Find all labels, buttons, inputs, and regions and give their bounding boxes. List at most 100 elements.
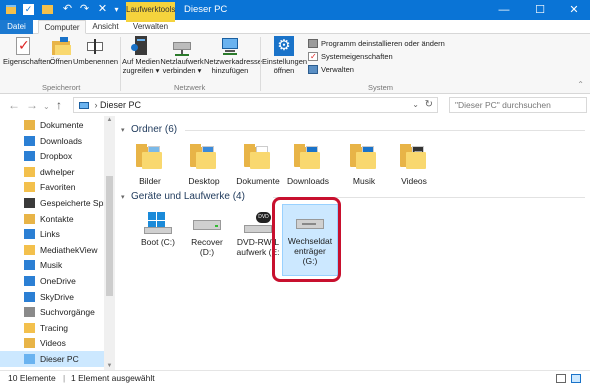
nav-item[interactable]: OneDrive (0, 273, 104, 289)
nav-item[interactable]: dwhelper (0, 164, 104, 180)
nav-item-label: Links (40, 229, 60, 240)
nav-item-label: Dokumente (40, 120, 84, 130)
tab-datei[interactable]: Datei (0, 20, 33, 34)
systemeigenschaften-button[interactable]: ✓ Systemeigenschaften (308, 51, 393, 62)
uninstall-program-icon (308, 39, 318, 48)
delete-icon[interactable]: ✕ (96, 3, 109, 16)
folder-tile[interactable]: Desktop (177, 141, 231, 186)
auf-medien-label-2: zugreifen ▾ (122, 66, 160, 75)
drive-c[interactable]: Boot (C:) (130, 212, 186, 247)
scrollbar-thumb[interactable] (106, 176, 113, 296)
collapse-ordner-chevron-icon[interactable]: ▾ (121, 126, 125, 134)
videos-icon (24, 338, 35, 349)
netzlaufwerk-verbinden-button[interactable]: Netzlaufwerk verbinden ▾ (160, 36, 204, 75)
folder-tile[interactable]: ♪ Musik (337, 141, 391, 186)
recent-locations-chevron-icon[interactable]: ⌄ (43, 100, 50, 114)
undo-icon[interactable]: ↶ (61, 3, 74, 16)
customize-toolbar-icon[interactable]: ▾ (110, 3, 123, 16)
folder-tile[interactable]: Bilder (123, 141, 177, 186)
minimize-icon[interactable]: — (486, 0, 522, 20)
nav-item[interactable]: Musik (0, 257, 104, 273)
netzlaufwerk-label-1: Netzlaufwerk (160, 57, 204, 66)
einstellungen-oeffnen-button[interactable]: ⚙ Einstellungen öffnen (262, 36, 307, 75)
folder-icon: ≡ (242, 141, 274, 173)
up-arrow-icon[interactable]: ↑ (56, 98, 62, 112)
oeffnen-label: Öffnen (49, 57, 73, 66)
explorer-icon[interactable] (4, 3, 17, 16)
search-input[interactable]: "Dieser PC" durchsuchen (449, 97, 587, 113)
nav-item[interactable]: Downloads (0, 133, 104, 149)
properties-quick-icon[interactable]: ✓ (23, 4, 34, 15)
folder-label: Videos (401, 176, 427, 186)
search-placeholder: "Dieser PC" durchsuchen (455, 100, 551, 110)
nav-item[interactable]: MediathekView (0, 242, 104, 258)
address-bar[interactable]: › Dieser PC ⌄ ↻ (73, 97, 438, 113)
scroll-up-icon[interactable]: ▲ (104, 117, 115, 123)
nav-item-label: Tracing (40, 322, 69, 333)
eigenschaften-button[interactable]: ✓ Eigenschaften (3, 36, 51, 66)
collapse-geraete-chevron-icon[interactable]: ▾ (121, 193, 125, 201)
back-arrow-icon[interactable]: ← (8, 98, 20, 112)
group-separator (260, 37, 261, 91)
nav-item[interactable]: Dieser PC (0, 351, 104, 367)
computer-icon (24, 354, 35, 364)
verwalten-button[interactable]: Verwalten (308, 64, 354, 75)
close-icon[interactable]: ✕ (556, 0, 590, 20)
context-tab-laufwerktools[interactable]: Laufwerktools (126, 2, 175, 20)
folder-tile[interactable]: ↓ Downloads (281, 141, 335, 186)
nav-item[interactable]: Kontakte (0, 211, 104, 227)
oeffnen-button[interactable]: Öffnen (48, 36, 74, 66)
nav-item[interactable]: Tracing (0, 320, 104, 336)
scroll-down-icon[interactable]: ▼ (104, 363, 115, 369)
folder-icon (24, 244, 35, 255)
eigenschaften-label: Eigenschaften (3, 57, 51, 66)
folder-icon (24, 322, 35, 333)
folder-label: Dokumente (236, 176, 280, 186)
nav-item[interactable]: Gespeicherte Spiel (0, 195, 104, 211)
favorites-icon (24, 182, 35, 193)
nav-item[interactable]: Dokumente (0, 117, 104, 133)
music-icon (24, 260, 35, 271)
collapse-ribbon-icon[interactable]: ⌃ (577, 80, 584, 89)
nav-item[interactable]: SkyDrive (0, 289, 104, 305)
refresh-icon[interactable]: ↻ (425, 98, 433, 112)
content-area: ▾ Ordner (6) Bilder Desktop ≡ Dokumente ↓ Dow… (115, 116, 590, 370)
folder-tile[interactable]: ≡ Dokumente (231, 141, 285, 186)
nav-item-label: Dieser PC (40, 354, 79, 364)
tab-verwalten[interactable]: Verwalten (126, 20, 175, 34)
breadcrumb-dieser-pc[interactable]: Dieser PC (100, 100, 141, 110)
drive-d[interactable]: Recover (D:) (179, 212, 235, 257)
redo-icon[interactable]: ↷ (78, 3, 91, 16)
nav-item[interactable]: Links (0, 226, 104, 242)
maximize-icon[interactable]: ☐ (522, 0, 558, 20)
system-properties-icon: ✓ (308, 52, 318, 61)
nav-item[interactable]: Dropbox (0, 148, 104, 164)
address-dropdown-chevron-icon[interactable]: ⌄ (412, 98, 419, 112)
folder-icon: ♪ (348, 141, 380, 173)
nav-item-label: Favoriten (40, 182, 76, 193)
new-folder-quick-icon[interactable] (41, 3, 54, 16)
drive-c-label: Boot (C:) (140, 237, 175, 247)
umbenennen-button[interactable]: Umbenennen (73, 36, 118, 66)
geraete-heading[interactable]: Geräte und Laufwerke (4) (131, 191, 245, 202)
programm-deinstallieren-button[interactable]: Programm deinstallieren oder ändern (308, 38, 445, 49)
netzwerkadresse-hinzufuegen-button[interactable]: Netzwerkadresse hinzufügen (204, 36, 262, 75)
navigation-scrollbar[interactable]: ▲ ▼ (104, 116, 115, 370)
tab-ansicht[interactable]: Ansicht (88, 20, 123, 34)
item-count: 10 Elemente (8, 373, 56, 383)
folder-tile[interactable]: ▤ Videos (387, 141, 441, 186)
folder-icon (188, 141, 220, 173)
forward-arrow-icon[interactable]: → (26, 98, 38, 112)
auf-medien-zugreifen-button[interactable]: Auf Medien zugreifen ▾ (122, 36, 160, 75)
nav-item-label: SkyDrive (40, 291, 75, 302)
nav-item[interactable]: Videos (0, 335, 104, 351)
network-location-icon (220, 36, 240, 56)
nav-item-label: Dropbox (40, 151, 73, 162)
nav-item[interactable]: Favoriten (0, 179, 104, 195)
large-icons-view-icon[interactable] (571, 374, 581, 383)
ordner-heading[interactable]: Ordner (6) (131, 124, 177, 135)
details-view-icon[interactable] (556, 374, 566, 383)
context-tab-accent (126, 20, 175, 22)
nav-item[interactable]: Suchvorgänge (0, 304, 104, 320)
tab-computer[interactable]: Computer (38, 20, 86, 34)
